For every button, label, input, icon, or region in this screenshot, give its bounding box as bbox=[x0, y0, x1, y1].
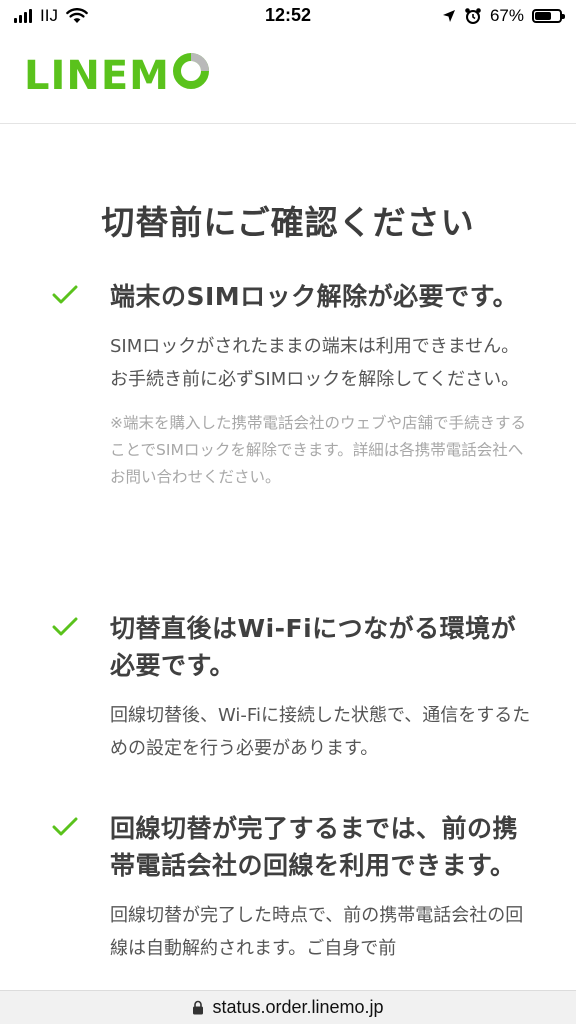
logo-o-mark: O bbox=[172, 52, 210, 100]
checklist-item-previous-carrier: 回線切替が完了するまでは、前の携帯電話会社の回線を利用できます。 回線切替が完了… bbox=[52, 810, 532, 965]
item-body: SIMロックがされたままの端末は利用できません。お手続き前に必ずSIMロックを解… bbox=[110, 336, 520, 390]
battery-percent: 67% bbox=[489, 6, 524, 25]
logo-o-icon: O bbox=[172, 53, 209, 89]
item-body: 回線切替が完了した時点で、前の携帯電話会社の回線は自動解約されます。ご自身で前 bbox=[110, 905, 524, 959]
item-heading: 端末のSIMロック解除が必要です。 bbox=[110, 282, 519, 311]
check-icon bbox=[52, 285, 78, 304]
item-heading: 回線切替が完了するまでは、前の携帯電話会社の回線を利用できます。 bbox=[110, 814, 519, 880]
alarm-icon bbox=[465, 8, 481, 24]
check-icon bbox=[52, 617, 78, 636]
url-text: status.order.linemo.jp bbox=[212, 997, 384, 1017]
lock-icon bbox=[193, 1000, 204, 1015]
status-right: 67% bbox=[442, 6, 565, 26]
main-content: 切替前にご確認ください 端末のSIMロック解除が必要です。 SIMロックがされた… bbox=[0, 124, 576, 990]
item-note: ※端末を購入した携帯電話会社のウェブや店舗で手続きすることでSIMロックを解除で… bbox=[110, 414, 526, 486]
check-icon bbox=[52, 817, 78, 836]
battery-icon bbox=[532, 9, 565, 23]
location-arrow-icon bbox=[442, 10, 455, 22]
item-heading: 切替直後はWi-Fiにつながる環境が必要です。 bbox=[110, 614, 517, 680]
site-header: LINEM O bbox=[0, 32, 576, 124]
checklist-item-sim-unlock: 端末のSIMロック解除が必要です。 SIMロックがされたままの端末は利用できませ… bbox=[52, 278, 532, 491]
logo-text: LINEM bbox=[24, 53, 170, 99]
page-title: 切替前にご確認ください bbox=[101, 203, 475, 242]
browser-url-bar[interactable]: status.order.linemo.jp bbox=[0, 990, 576, 1024]
status-bar: IIJ 12:52 67% bbox=[0, 0, 576, 32]
linemo-logo[interactable]: LINEM O bbox=[24, 52, 210, 100]
checklist-item-wifi: 切替直後はWi-Fiにつながる環境が必要です。 回線切替後、Wi-Fiに接続した… bbox=[52, 610, 532, 765]
item-body: 回線切替後、Wi-Fiに接続した状態で、通信をするための設定を行う必要があります… bbox=[110, 705, 531, 759]
